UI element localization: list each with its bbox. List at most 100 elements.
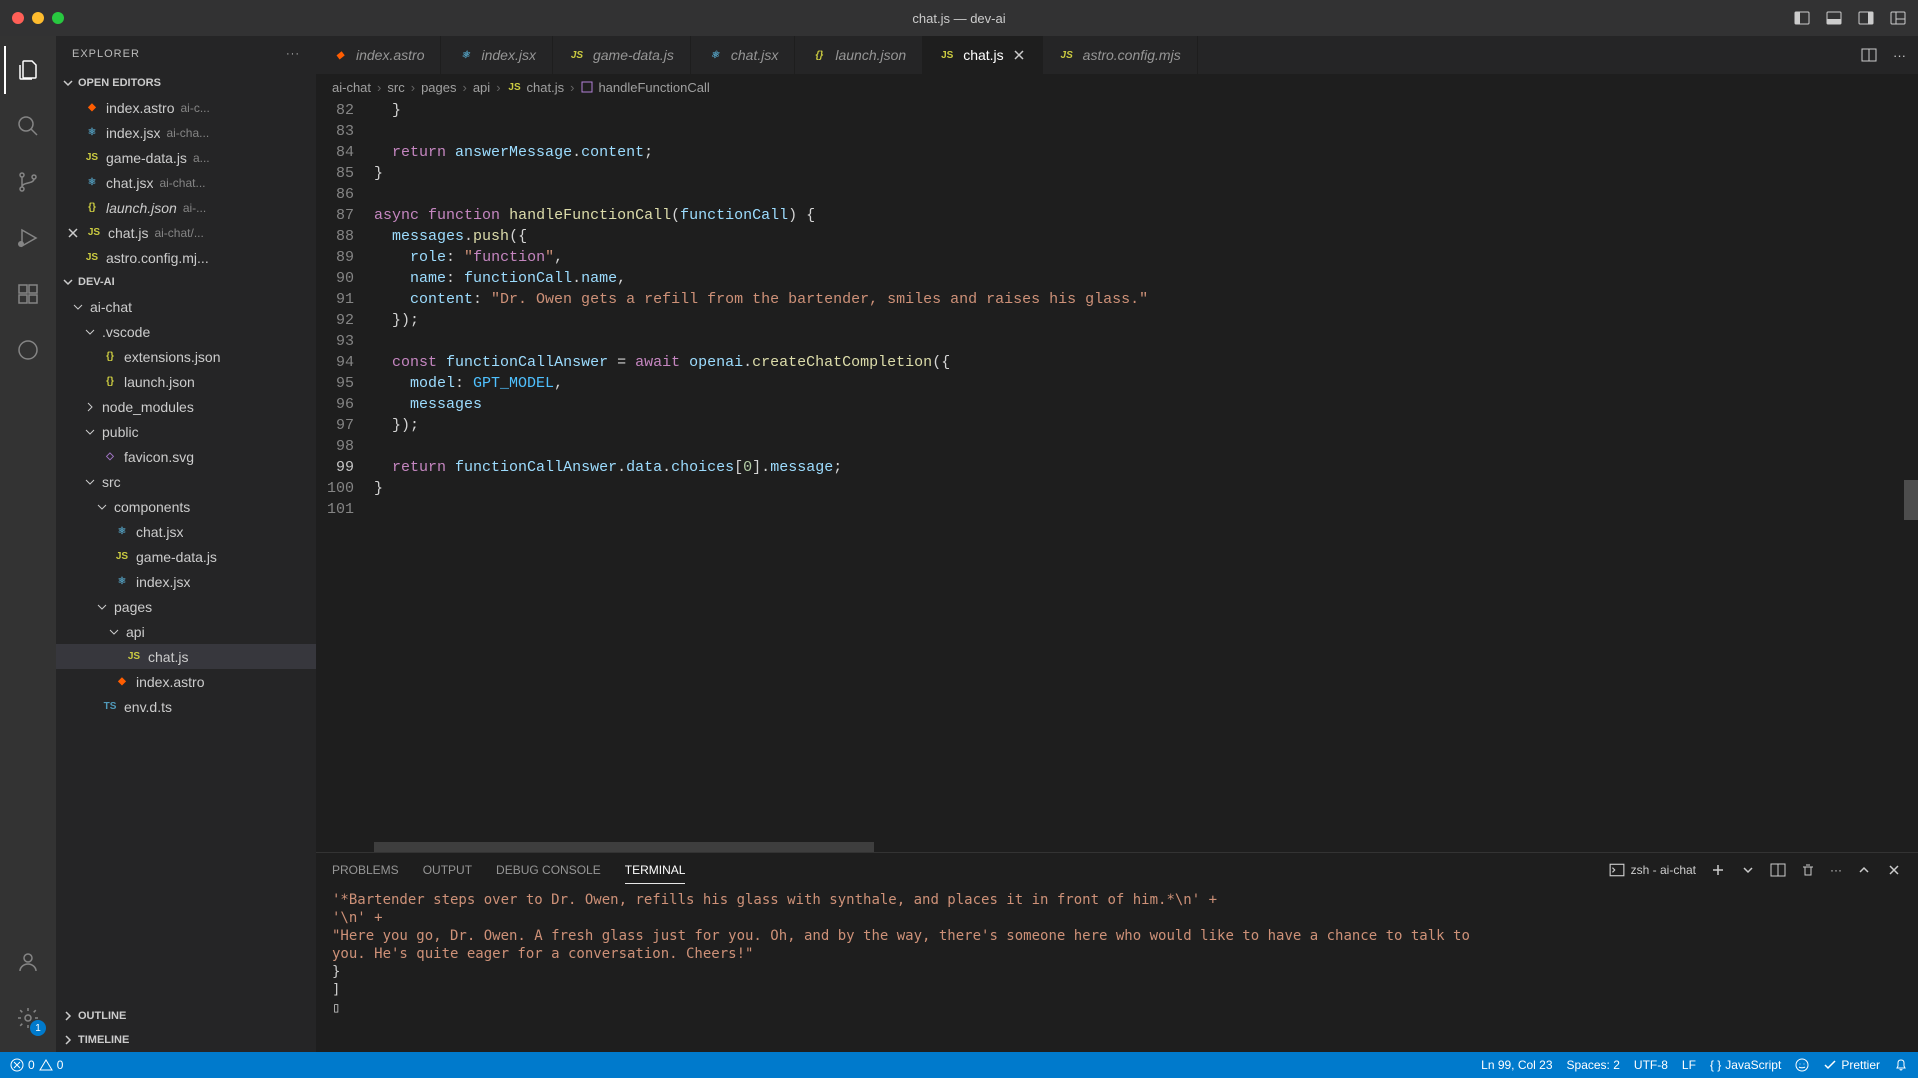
file-index-jsx[interactable]: ⚛index.jsx xyxy=(56,569,316,594)
file-extensions-json[interactable]: {}extensions.json xyxy=(56,344,316,369)
breadcrumb-item[interactable]: ai-chat xyxy=(332,80,371,95)
layout-sidebar-right-icon[interactable] xyxy=(1858,10,1874,26)
close-panel-icon[interactable] xyxy=(1886,862,1902,878)
file-launch-json[interactable]: {}launch.json xyxy=(56,369,316,394)
open-editor-item[interactable]: ◆index.astroai-c... xyxy=(56,95,316,120)
section-timeline[interactable]: TIMELINE xyxy=(56,1028,316,1052)
scrollbar-vertical[interactable] xyxy=(1904,100,1918,852)
status-spaces[interactable]: Spaces: 2 xyxy=(1567,1058,1620,1072)
terminal-more-icon[interactable]: ··· xyxy=(1830,863,1842,877)
js-icon: JS xyxy=(84,250,100,266)
activity-explorer[interactable] xyxy=(4,46,52,94)
tab-game-data[interactable]: JSgame-data.js xyxy=(553,36,691,74)
bottom-panel: PROBLEMS OUTPUT DEBUG CONSOLE TERMINAL z… xyxy=(316,852,1918,1052)
open-editor-item[interactable]: JSastro.config.mj... xyxy=(56,245,316,270)
file-favicon[interactable]: ◇favicon.svg xyxy=(56,444,316,469)
tab-launch-json[interactable]: {}launch.json xyxy=(795,36,923,74)
panel-tab-problems[interactable]: PROBLEMS xyxy=(332,857,399,883)
scrollbar-horizontal[interactable] xyxy=(374,842,874,852)
folder-public[interactable]: public xyxy=(56,419,316,444)
code-editor[interactable]: 8283848586878889909192939495969798991001… xyxy=(316,100,1918,852)
terminal-content[interactable]: '*Bartender steps over to Dr. Owen, refi… xyxy=(316,887,1918,1052)
file-chat-jsx[interactable]: ⚛chat.jsx xyxy=(56,519,316,544)
layout-panel-icon[interactable] xyxy=(1826,10,1842,26)
chevron-down-icon[interactable] xyxy=(1740,862,1756,878)
file-index-astro[interactable]: ◆index.astro xyxy=(56,669,316,694)
split-editor-icon[interactable] xyxy=(1861,47,1877,63)
folder-node-modules[interactable]: node_modules xyxy=(56,394,316,419)
folder-components[interactable]: components xyxy=(56,494,316,519)
tab-astro-config[interactable]: JSastro.config.mjs xyxy=(1043,36,1198,74)
activity-settings[interactable]: 1 xyxy=(4,994,52,1042)
open-editor-item[interactable]: JSgame-data.jsa... xyxy=(56,145,316,170)
section-outline[interactable]: OUTLINE xyxy=(56,1004,316,1028)
kill-terminal-icon[interactable] xyxy=(1800,862,1816,878)
panel-tab-terminal[interactable]: TERMINAL xyxy=(625,857,686,884)
activity-search[interactable] xyxy=(4,102,52,150)
panel-tab-debug-console[interactable]: DEBUG CONSOLE xyxy=(496,857,601,883)
sidebar-title: EXPLORER xyxy=(72,48,140,60)
breadcrumb-item[interactable]: JSchat.js xyxy=(507,79,565,95)
chevron-right-icon xyxy=(62,1010,74,1022)
breadcrumb-item[interactable]: api xyxy=(473,80,490,95)
terminal-selector[interactable]: zsh - ai-chat xyxy=(1609,862,1696,878)
new-terminal-icon[interactable] xyxy=(1710,862,1726,878)
status-errors[interactable]: 0 0 xyxy=(10,1058,63,1072)
js-icon: JS xyxy=(939,47,955,63)
status-cursor[interactable]: Ln 99, Col 23 xyxy=(1481,1058,1552,1072)
feedback-icon xyxy=(1795,1058,1809,1072)
tab-index-astro[interactable]: ◆index.astro xyxy=(316,36,441,74)
breadcrumb-item[interactable]: pages xyxy=(421,80,456,95)
folder-api[interactable]: api xyxy=(56,619,316,644)
status-feedback[interactable] xyxy=(1795,1058,1809,1072)
section-project[interactable]: DEV-AI xyxy=(56,270,316,294)
file-env-dts[interactable]: TSenv.d.ts xyxy=(56,694,316,719)
activity-run-debug[interactable] xyxy=(4,214,52,262)
status-eol[interactable]: LF xyxy=(1682,1058,1696,1072)
maximize-window-button[interactable] xyxy=(52,12,64,24)
breadcrumb-item[interactable]: handleFunctionCall xyxy=(580,80,709,95)
folder-vscode[interactable]: .vscode xyxy=(56,319,316,344)
status-encoding[interactable]: UTF-8 xyxy=(1634,1058,1668,1072)
tab-chat-jsx[interactable]: ⚛chat.jsx xyxy=(691,36,795,74)
section-open-editors[interactable]: OPEN EDITORS xyxy=(56,71,316,95)
code-content[interactable]: } return answerMessage.content;} async f… xyxy=(374,100,1918,852)
activity-accounts[interactable] xyxy=(4,938,52,986)
folder-ai-chat[interactable]: ai-chat xyxy=(56,294,316,319)
close-icon[interactable] xyxy=(66,226,80,240)
layout-sidebar-left-icon[interactable] xyxy=(1794,10,1810,26)
maximize-panel-icon[interactable] xyxy=(1856,862,1872,878)
react-icon: ⚛ xyxy=(707,47,723,63)
open-editor-item[interactable]: ⚛index.jsxai-cha... xyxy=(56,120,316,145)
minimap[interactable] xyxy=(1804,100,1904,852)
minimize-window-button[interactable] xyxy=(32,12,44,24)
status-language[interactable]: { }JavaScript xyxy=(1710,1058,1781,1072)
scrollbar-thumb[interactable] xyxy=(1904,480,1918,520)
close-icon[interactable] xyxy=(1012,48,1026,62)
status-prettier[interactable]: Prettier xyxy=(1823,1058,1880,1072)
file-game-data[interactable]: JSgame-data.js xyxy=(56,544,316,569)
chevron-right-icon xyxy=(84,401,96,413)
panel-tabs: PROBLEMS OUTPUT DEBUG CONSOLE TERMINAL z… xyxy=(316,853,1918,887)
panel-tab-output[interactable]: OUTPUT xyxy=(423,857,472,883)
tab-more-icon[interactable]: ··· xyxy=(1893,48,1906,63)
customize-layout-icon[interactable] xyxy=(1890,10,1906,26)
file-chat-js[interactable]: JSchat.js xyxy=(56,644,316,669)
activity-source-control[interactable] xyxy=(4,158,52,206)
open-editor-item-active[interactable]: JSchat.jsai-chat/... xyxy=(56,220,316,245)
tab-chat-js[interactable]: JSchat.js xyxy=(923,36,1042,74)
activity-edge[interactable] xyxy=(4,326,52,374)
status-notifications[interactable] xyxy=(1894,1058,1908,1072)
open-editor-item[interactable]: ⚛chat.jsxai-chat... xyxy=(56,170,316,195)
activity-extensions[interactable] xyxy=(4,270,52,318)
open-editor-item[interactable]: {}launch.jsonai-... xyxy=(56,195,316,220)
folder-src[interactable]: src xyxy=(56,469,316,494)
tab-index-jsx[interactable]: ⚛index.jsx xyxy=(441,36,552,74)
breadcrumb-item[interactable]: src xyxy=(387,80,404,95)
sidebar-more-icon[interactable]: ··· xyxy=(286,48,300,60)
close-window-button[interactable] xyxy=(12,12,24,24)
split-terminal-icon[interactable] xyxy=(1770,862,1786,878)
breadcrumbs[interactable]: ai-chat› src› pages› api› JSchat.js› han… xyxy=(316,74,1918,100)
method-icon xyxy=(580,80,594,94)
folder-pages[interactable]: pages xyxy=(56,594,316,619)
